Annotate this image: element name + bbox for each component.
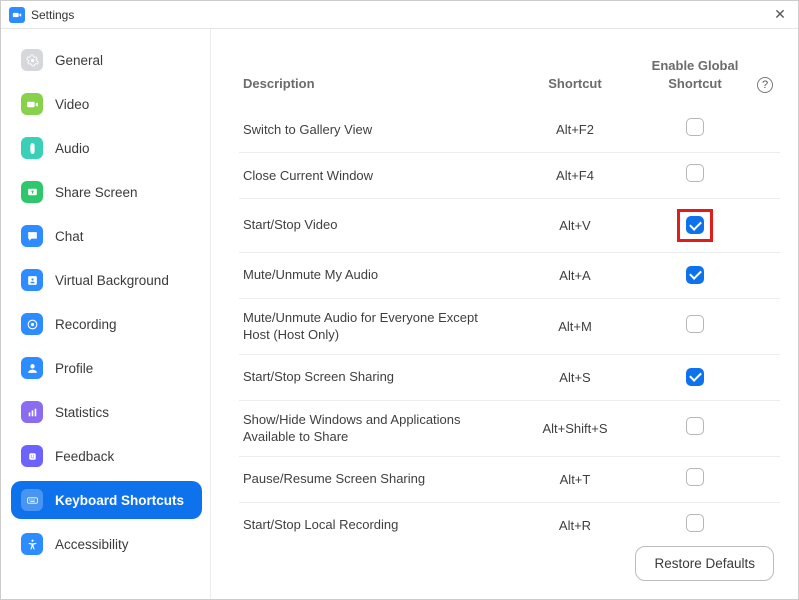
sidebar-item-label: Statistics xyxy=(55,405,109,420)
window-title: Settings xyxy=(31,8,74,22)
sidebar-item-label: Share Screen xyxy=(55,185,138,200)
sidebar-item-label: Accessibility xyxy=(55,537,129,552)
sidebar-item-accessibility[interactable]: Accessibility xyxy=(11,525,202,563)
sidebar-item-label: Recording xyxy=(55,317,117,332)
sidebar: General Video Audio Share Screen Chat Virtual… xyxy=(1,29,211,599)
sidebar-item-video[interactable]: Video xyxy=(11,85,202,123)
shortcut-description: Mute/Unmute Audio for Everyone Except Ho… xyxy=(239,309,510,344)
enable-cell xyxy=(640,164,750,187)
keyboard-icon xyxy=(21,489,43,511)
shortcut-description: Mute/Unmute My Audio xyxy=(239,266,510,284)
shortcut-row: Start/Stop VideoAlt+V xyxy=(239,199,780,253)
header-enable-global: Enable Global Shortcut xyxy=(652,58,739,91)
sidebar-item-general[interactable]: General xyxy=(11,41,202,79)
shortcut-row: Switch to Gallery ViewAlt+F2 xyxy=(239,107,780,153)
shortcut-row: Mute/Unmute My AudioAlt+A xyxy=(239,253,780,299)
sidebar-item-audio[interactable]: Audio xyxy=(11,129,202,167)
close-button[interactable]: ✕ xyxy=(770,5,790,25)
shortcut-list[interactable]: Switch to Gallery ViewAlt+F2Close Curren… xyxy=(239,107,780,532)
shortcut-row: Close Current WindowAlt+F4 xyxy=(239,153,780,199)
shortcut-key[interactable]: Alt+F2 xyxy=(510,122,640,137)
enable-global-checkbox[interactable] xyxy=(686,118,704,136)
enable-global-checkbox[interactable] xyxy=(686,315,704,333)
zoom-app-icon xyxy=(9,7,25,23)
shortcut-description: Start/Stop Video xyxy=(239,216,510,234)
sidebar-item-label: Feedback xyxy=(55,449,114,464)
profile-icon xyxy=(21,357,43,379)
sidebar-item-vb[interactable]: Virtual Background xyxy=(11,261,202,299)
titlebar: Settings ✕ xyxy=(1,1,798,29)
enable-cell xyxy=(640,266,750,285)
shortcut-key[interactable]: Alt+A xyxy=(510,268,640,283)
sidebar-item-label: Video xyxy=(55,97,89,112)
audio-icon xyxy=(21,137,43,159)
enable-cell xyxy=(640,514,750,532)
enable-cell xyxy=(640,315,750,338)
sidebar-item-recording[interactable]: Recording xyxy=(11,305,202,343)
shortcut-row: Start/Stop Screen SharingAlt+S xyxy=(239,355,780,401)
statistics-icon xyxy=(21,401,43,423)
accessibility-icon xyxy=(21,533,43,555)
vb-icon xyxy=(21,269,43,291)
shortcut-key[interactable]: Alt+M xyxy=(510,319,640,334)
shortcut-key[interactable]: Alt+R xyxy=(510,518,640,532)
shortcut-description: Switch to Gallery View xyxy=(239,121,510,139)
shortcut-key[interactable]: Alt+T xyxy=(510,472,640,487)
sidebar-item-chat[interactable]: Chat xyxy=(11,217,202,255)
enable-cell xyxy=(640,118,750,141)
enable-cell xyxy=(640,468,750,491)
enable-global-checkbox[interactable] xyxy=(686,164,704,182)
footer: Restore Defaults xyxy=(239,532,780,599)
highlight-annotation xyxy=(677,209,713,242)
content-pane: Description Shortcut Enable Global Short… xyxy=(211,29,798,599)
sidebar-item-label: General xyxy=(55,53,103,68)
main-layout: General Video Audio Share Screen Chat Virtual… xyxy=(1,29,798,599)
enable-cell xyxy=(640,417,750,440)
general-icon xyxy=(21,49,43,71)
enable-cell xyxy=(640,209,750,242)
video-icon xyxy=(21,93,43,115)
share-icon xyxy=(21,181,43,203)
chat-icon xyxy=(21,225,43,247)
header-shortcut: Shortcut xyxy=(548,76,601,91)
enable-global-checkbox[interactable] xyxy=(686,468,704,486)
shortcut-key[interactable]: Alt+Shift+S xyxy=(510,421,640,436)
sidebar-item-keyboard[interactable]: Keyboard Shortcuts xyxy=(11,481,202,519)
shortcut-description: Start/Stop Local Recording xyxy=(239,516,510,532)
enable-global-checkbox[interactable] xyxy=(686,266,704,284)
header-description: Description xyxy=(243,76,315,91)
feedback-icon xyxy=(21,445,43,467)
sidebar-item-feedback[interactable]: Feedback xyxy=(11,437,202,475)
sidebar-item-label: Audio xyxy=(55,141,90,156)
shortcut-key[interactable]: Alt+F4 xyxy=(510,168,640,183)
sidebar-item-label: Keyboard Shortcuts xyxy=(55,493,184,508)
enable-global-checkbox[interactable] xyxy=(686,368,704,386)
enable-global-checkbox[interactable] xyxy=(686,417,704,435)
shortcut-row: Mute/Unmute Audio for Everyone Except Ho… xyxy=(239,299,780,355)
shortcut-description: Close Current Window xyxy=(239,167,510,185)
shortcut-row: Show/Hide Windows and Applications Avail… xyxy=(239,401,780,457)
enable-global-checkbox[interactable] xyxy=(686,216,704,234)
recording-icon xyxy=(21,313,43,335)
shortcut-description: Pause/Resume Screen Sharing xyxy=(239,470,510,488)
sidebar-item-label: Profile xyxy=(55,361,93,376)
sidebar-item-statistics[interactable]: Statistics xyxy=(11,393,202,431)
enable-global-checkbox[interactable] xyxy=(686,514,704,532)
sidebar-item-profile[interactable]: Profile xyxy=(11,349,202,387)
sidebar-item-share[interactable]: Share Screen xyxy=(11,173,202,211)
table-header: Description Shortcut Enable Global Short… xyxy=(239,29,780,107)
shortcut-key[interactable]: Alt+S xyxy=(510,370,640,385)
shortcut-row: Start/Stop Local RecordingAlt+R xyxy=(239,503,780,532)
shortcut-description: Show/Hide Windows and Applications Avail… xyxy=(239,411,510,446)
enable-cell xyxy=(640,368,750,387)
shortcut-row: Pause/Resume Screen SharingAlt+T xyxy=(239,457,780,503)
shortcut-description: Start/Stop Screen Sharing xyxy=(239,368,510,386)
restore-defaults-button[interactable]: Restore Defaults xyxy=(635,546,774,581)
help-icon[interactable]: ? xyxy=(757,77,773,93)
sidebar-item-label: Virtual Background xyxy=(55,273,169,288)
sidebar-item-label: Chat xyxy=(55,229,84,244)
shortcut-key[interactable]: Alt+V xyxy=(510,218,640,233)
